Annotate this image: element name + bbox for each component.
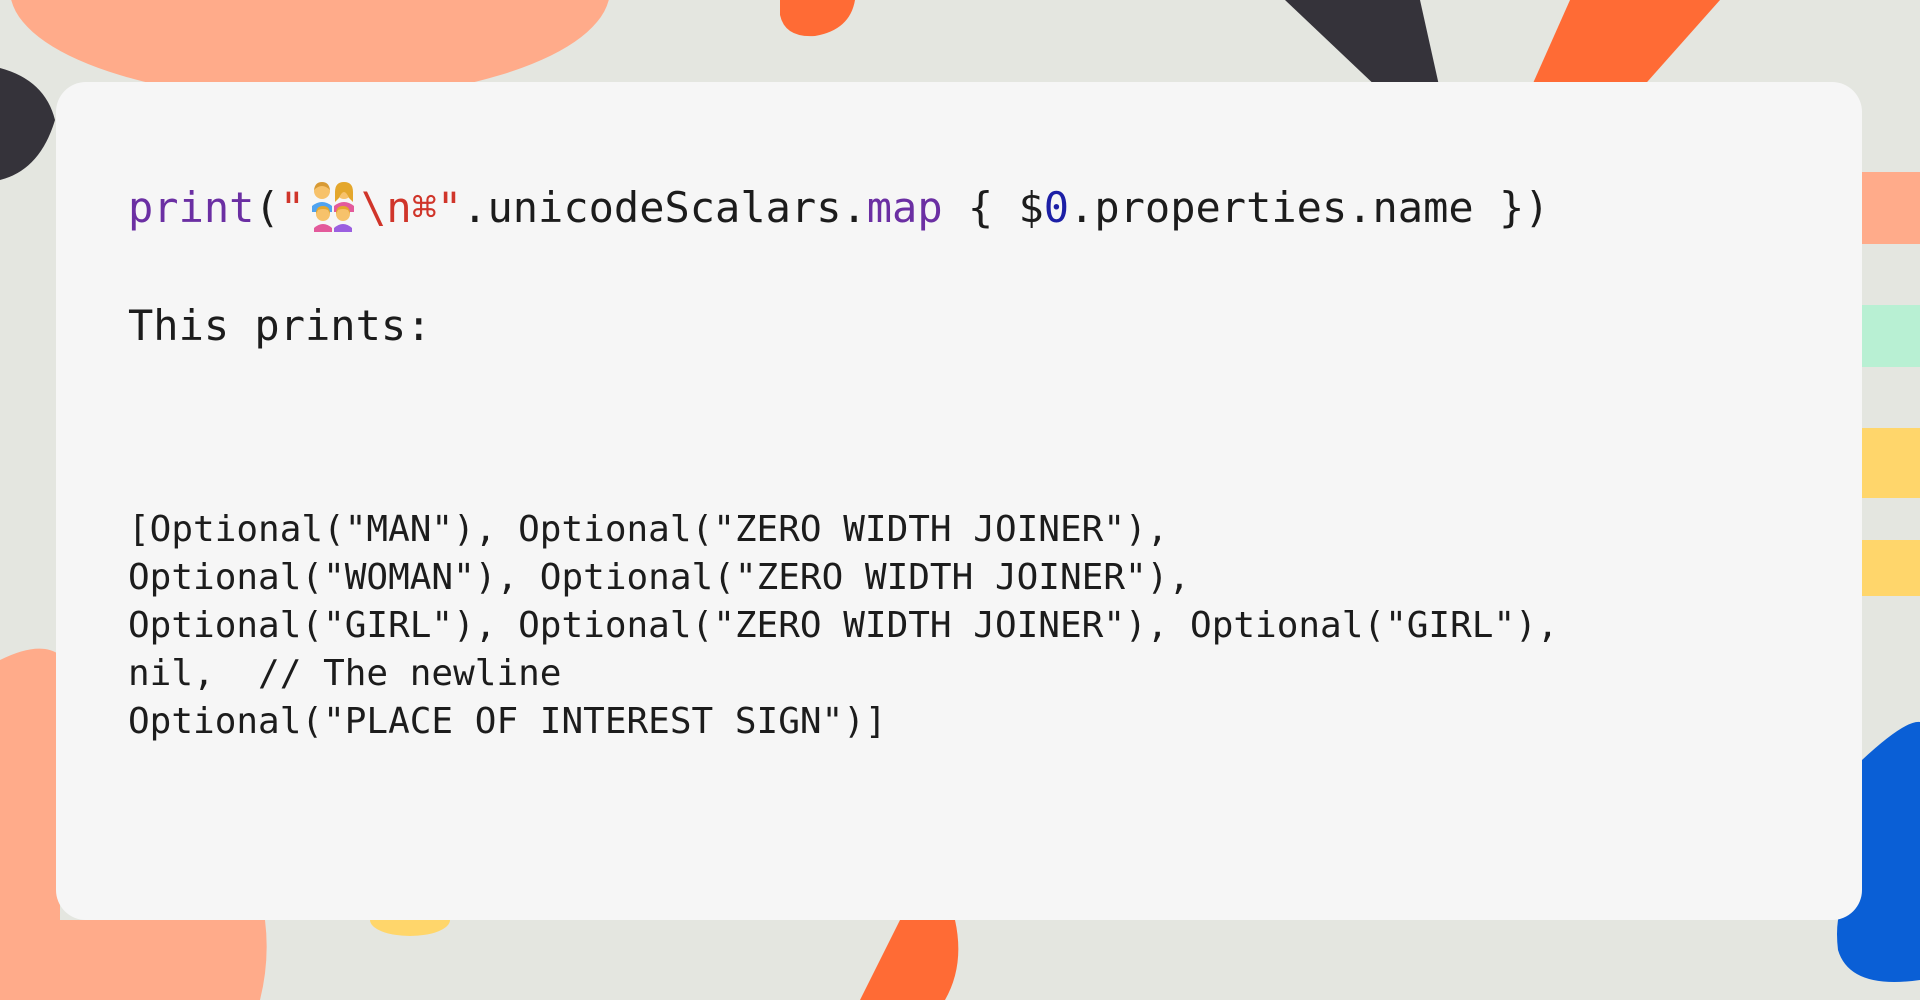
code-quote-close: " xyxy=(436,183,463,232)
code-closure-rest: .properties.name }) xyxy=(1069,183,1550,232)
output-line: Optional("GIRL"), Optional("ZERO WIDTH J… xyxy=(128,605,1559,646)
orange-stroke-top-right xyxy=(1530,0,1720,90)
output-line: [Optional("MAN"), Optional("ZERO WIDTH J… xyxy=(128,509,1169,550)
code-snippet: print(" \n⌘".unicodeScalars.map { $0.pro… xyxy=(128,180,1550,234)
mint-stripe-right xyxy=(1860,305,1920,367)
code-quote-open: " xyxy=(279,183,306,232)
family-emoji-icon xyxy=(312,182,355,232)
orange-stroke-bottom xyxy=(860,920,959,1000)
prose-label: This prints: xyxy=(128,301,432,350)
code-chain: .unicodeScalars. xyxy=(462,183,867,232)
code-map-keyword: map xyxy=(866,183,943,232)
yellow-stripe-right-1 xyxy=(1860,428,1920,498)
code-param-number: 0 xyxy=(1043,183,1070,232)
dark-shape-top-right xyxy=(1285,0,1440,90)
peach-stripe-right xyxy=(1860,172,1920,244)
code-open-paren: ( xyxy=(254,183,280,232)
output-line: Optional("PLACE OF INTEREST SIGN")] xyxy=(128,701,887,742)
code-closure-open: { $ xyxy=(942,183,1044,232)
dark-shape-top-left xyxy=(0,68,55,180)
code-escape-and-symbol: \n⌘ xyxy=(361,183,437,232)
output-line: Optional("WOMAN"), Optional("ZERO WIDTH … xyxy=(128,557,1191,598)
output-block: [Optional("MAN"), Optional("ZERO WIDTH J… xyxy=(128,506,1558,746)
output-line: nil, // The newline xyxy=(128,653,562,694)
orange-stroke-top xyxy=(780,0,855,37)
code-print-keyword: print xyxy=(128,183,255,232)
yellow-stripe-right-2 xyxy=(1860,540,1920,596)
